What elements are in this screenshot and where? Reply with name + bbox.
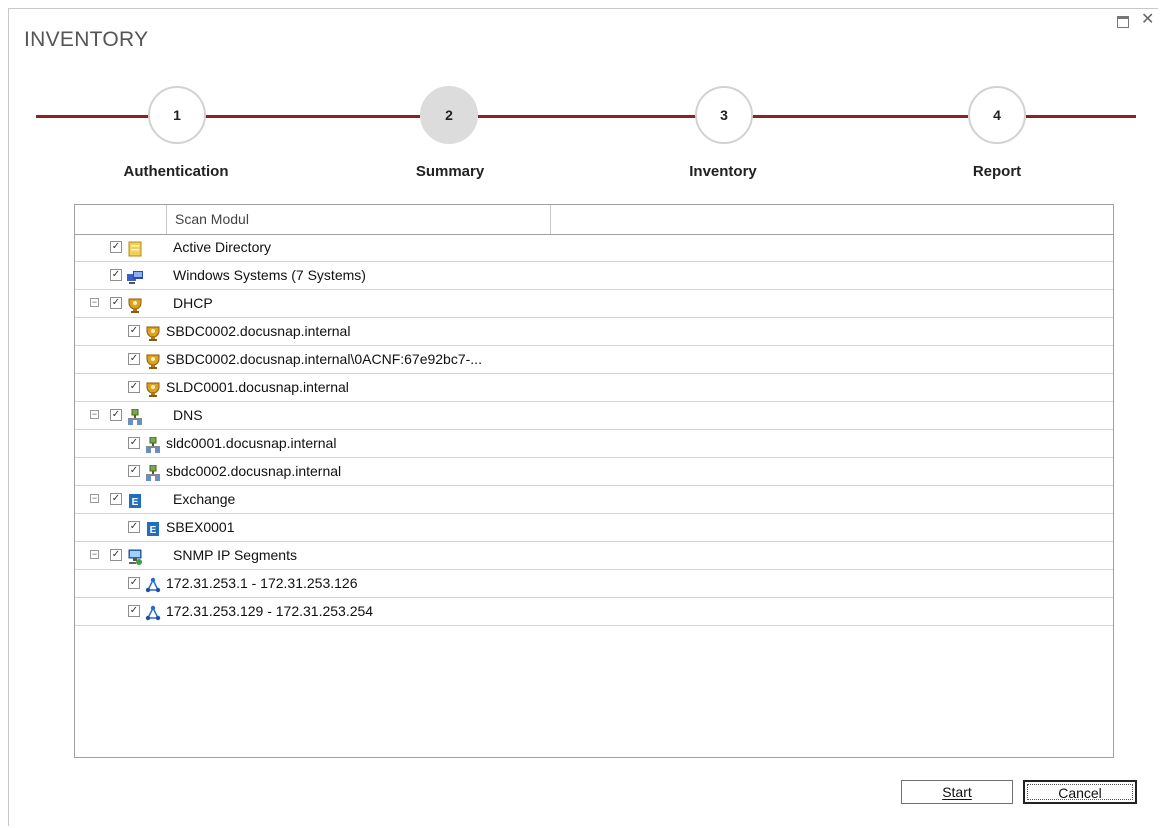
- dns-icon: [145, 435, 161, 453]
- snmp-icon: [127, 547, 143, 565]
- step-1-circle[interactable]: 1: [148, 86, 206, 144]
- row-checkbox[interactable]: ✓: [128, 465, 140, 477]
- grid-header: Scan Modul: [75, 205, 1113, 235]
- cancel-button[interactable]: Cancel: [1023, 780, 1137, 804]
- row-checkbox[interactable]: ✓: [110, 241, 122, 253]
- table-row[interactable]: − ✓ DHCP: [75, 290, 1113, 318]
- row-label: sbdc0002.docusnap.internal: [166, 463, 342, 479]
- table-row[interactable]: ✓ 172.31.253.129 - 172.31.253.254: [75, 598, 1113, 626]
- table-row[interactable]: ✓ sldc0001.docusnap.internal: [75, 430, 1113, 458]
- svg-text:E: E: [150, 525, 157, 536]
- row-label: DHCP: [173, 295, 213, 311]
- exchange-icon: E: [127, 491, 143, 508]
- row-checkbox[interactable]: ✓: [128, 325, 140, 337]
- step-1-label: Authentication: [123, 163, 229, 180]
- row-label: SBEX0001: [166, 519, 235, 535]
- step-3-circle[interactable]: 3: [695, 86, 753, 144]
- table-row[interactable]: ✓ SBDC0002.docusnap.internal\0ACNF:67e92b…: [75, 346, 1113, 374]
- table-row[interactable]: − ✓ DNS: [75, 402, 1113, 430]
- row-label: Active Directory: [173, 239, 272, 255]
- row-label: 172.31.253.1 - 172.31.253.126: [166, 575, 358, 591]
- dhcp-icon: [145, 351, 161, 369]
- start-button-label: Start: [942, 784, 972, 800]
- table-row[interactable]: ✓ SBDC0002.docusnap.internal: [75, 318, 1113, 346]
- table-row[interactable]: − ✓ SNMP IP Segments: [75, 542, 1113, 570]
- active-directory-icon: [127, 239, 143, 257]
- row-label: 172.31.253.129 - 172.31.253.254: [166, 603, 374, 619]
- step-connector: [478, 115, 696, 118]
- dhcp-icon: [145, 323, 161, 341]
- row-checkbox[interactable]: ✓: [110, 269, 122, 281]
- table-row[interactable]: − ✓ E Exchange: [75, 486, 1113, 514]
- row-label: SBDC0002.docusnap.internal\0ACNF:67e92bc…: [166, 351, 482, 367]
- dns-icon: [127, 407, 143, 425]
- table-row[interactable]: ✓ 172.31.253.1 - 172.31.253.126: [75, 570, 1113, 598]
- row-checkbox[interactable]: ✓: [128, 381, 140, 393]
- row-checkbox[interactable]: ✓: [128, 577, 140, 589]
- start-button[interactable]: Start: [901, 780, 1013, 804]
- header-scan-modul[interactable]: Scan Modul: [167, 205, 551, 234]
- table-row[interactable]: ✓ sbdc0002.docusnap.internal: [75, 458, 1113, 486]
- dhcp-icon: [145, 379, 161, 397]
- dhcp-icon: [127, 295, 143, 313]
- table-row[interactable]: ✓ Active Directory: [75, 234, 1113, 262]
- collapse-icon[interactable]: −: [90, 298, 99, 307]
- row-label: SNMP IP Segments: [173, 547, 297, 563]
- row-checkbox[interactable]: ✓: [128, 353, 140, 365]
- step-connector: [752, 115, 968, 118]
- row-checkbox[interactable]: ✓: [110, 493, 122, 505]
- collapse-icon[interactable]: −: [90, 550, 99, 559]
- step-connector: [204, 115, 420, 118]
- row-label: DNS: [173, 407, 203, 423]
- windows-systems-icon: [127, 267, 143, 284]
- close-icon[interactable]: ✕: [1141, 12, 1154, 28]
- step-3-label: Inventory: [689, 163, 757, 180]
- collapse-icon[interactable]: −: [90, 494, 99, 503]
- row-checkbox[interactable]: ✓: [128, 605, 140, 617]
- row-label: Windows Systems (7 Systems): [173, 267, 366, 283]
- row-label: SLDC0001.docusnap.internal: [166, 379, 349, 395]
- row-checkbox[interactable]: ✓: [128, 437, 140, 449]
- table-row[interactable]: ✓ E SBEX0001: [75, 514, 1113, 542]
- row-label: SBDC0002.docusnap.internal: [166, 323, 351, 339]
- window-title: INVENTORY: [24, 28, 149, 51]
- step-connector: [1026, 115, 1136, 118]
- maximize-icon[interactable]: [1117, 16, 1129, 28]
- row-label: Exchange: [173, 491, 236, 507]
- ip-segment-icon: [145, 575, 161, 593]
- svg-text:E: E: [132, 497, 139, 508]
- ip-segment-icon: [145, 603, 161, 621]
- row-checkbox[interactable]: ✓: [128, 521, 140, 533]
- collapse-icon[interactable]: −: [90, 410, 99, 419]
- dns-icon: [145, 463, 161, 481]
- row-checkbox[interactable]: ✓: [110, 549, 122, 561]
- row-checkbox[interactable]: ✓: [110, 409, 122, 421]
- row-checkbox[interactable]: ✓: [110, 297, 122, 309]
- step-4-label: Report: [972, 163, 1022, 180]
- scan-module-grid: Scan Modul ✓ Active Directory ✓ Windows Sys…: [74, 204, 1114, 758]
- step-connector: [36, 115, 150, 118]
- step-2-circle[interactable]: 2: [420, 86, 478, 144]
- header-check-column[interactable]: [75, 205, 167, 234]
- table-row[interactable]: ✓ Windows Systems (7 Systems): [75, 262, 1113, 290]
- step-2-label: Summary: [415, 163, 485, 180]
- exchange-icon: E: [145, 519, 161, 536]
- row-label: sldc0001.docusnap.internal: [166, 435, 337, 451]
- table-row[interactable]: ✓ SLDC0001.docusnap.internal: [75, 374, 1113, 402]
- step-4-circle[interactable]: 4: [968, 86, 1026, 144]
